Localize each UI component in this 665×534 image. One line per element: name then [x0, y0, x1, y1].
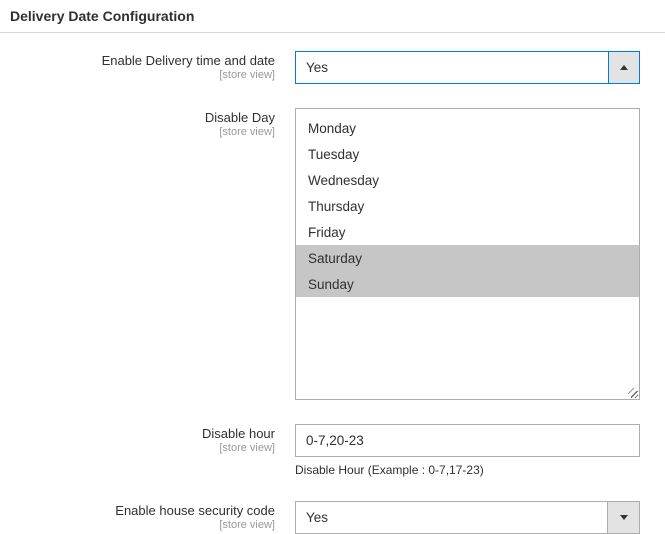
multiselect-option[interactable]: Wednesday — [296, 167, 639, 193]
multiselect-option[interactable]: Saturday — [296, 245, 639, 271]
disable-hour-input[interactable] — [295, 424, 640, 457]
multiselect-option[interactable]: Monday — [296, 115, 639, 141]
control-col: Yes — [295, 501, 640, 534]
label-col: Enable house security code [store view] — [10, 501, 295, 533]
multiselect-option[interactable]: Friday — [296, 219, 639, 245]
section-title: Delivery Date Configuration — [0, 0, 665, 33]
scope-label: [store view] — [10, 68, 275, 83]
scope-label: [store view] — [10, 518, 275, 533]
form-container: Enable Delivery time and date [store vie… — [0, 33, 665, 534]
enable-delivery-select[interactable]: Yes — [295, 51, 640, 84]
label-col: Disable hour [store view] — [10, 424, 295, 456]
enable-security-select[interactable]: Yes — [295, 501, 640, 534]
field-enable-security: Enable house security code [store view] … — [10, 501, 655, 534]
control-col: Disable Hour (Example : 0-7,17-23) — [295, 424, 640, 477]
label-col: Disable Day [store view] — [10, 108, 295, 140]
field-label: Disable hour — [202, 426, 275, 441]
field-disable-hour: Disable hour [store view] Disable Hour (… — [10, 424, 655, 477]
field-note: Disable Hour (Example : 0-7,17-23) — [295, 457, 640, 477]
scope-label: [store view] — [10, 125, 275, 140]
field-label: Enable Delivery time and date — [102, 53, 275, 68]
multiselect-option[interactable]: Sunday — [296, 271, 639, 297]
field-label: Enable house security code — [115, 503, 275, 518]
select-value: Yes — [296, 510, 607, 525]
multiselect-option[interactable]: Thursday — [296, 193, 639, 219]
select-value: Yes — [296, 60, 609, 75]
control-col: MondayTuesdayWednesdayThursdayFridaySatu… — [295, 108, 640, 400]
multiselect-option[interactable]: Tuesday — [296, 141, 639, 167]
control-col: Yes — [295, 51, 640, 84]
chevron-up-icon — [608, 51, 640, 84]
field-enable-delivery: Enable Delivery time and date [store vie… — [10, 51, 655, 84]
field-disable-day: Disable Day [store view] MondayTuesdayWe… — [10, 108, 655, 400]
field-label: Disable Day — [205, 110, 275, 125]
label-col: Enable Delivery time and date [store vie… — [10, 51, 295, 83]
chevron-down-icon — [607, 502, 639, 533]
scope-label: [store view] — [10, 441, 275, 456]
disable-day-multiselect[interactable]: MondayTuesdayWednesdayThursdayFridaySatu… — [295, 108, 640, 400]
